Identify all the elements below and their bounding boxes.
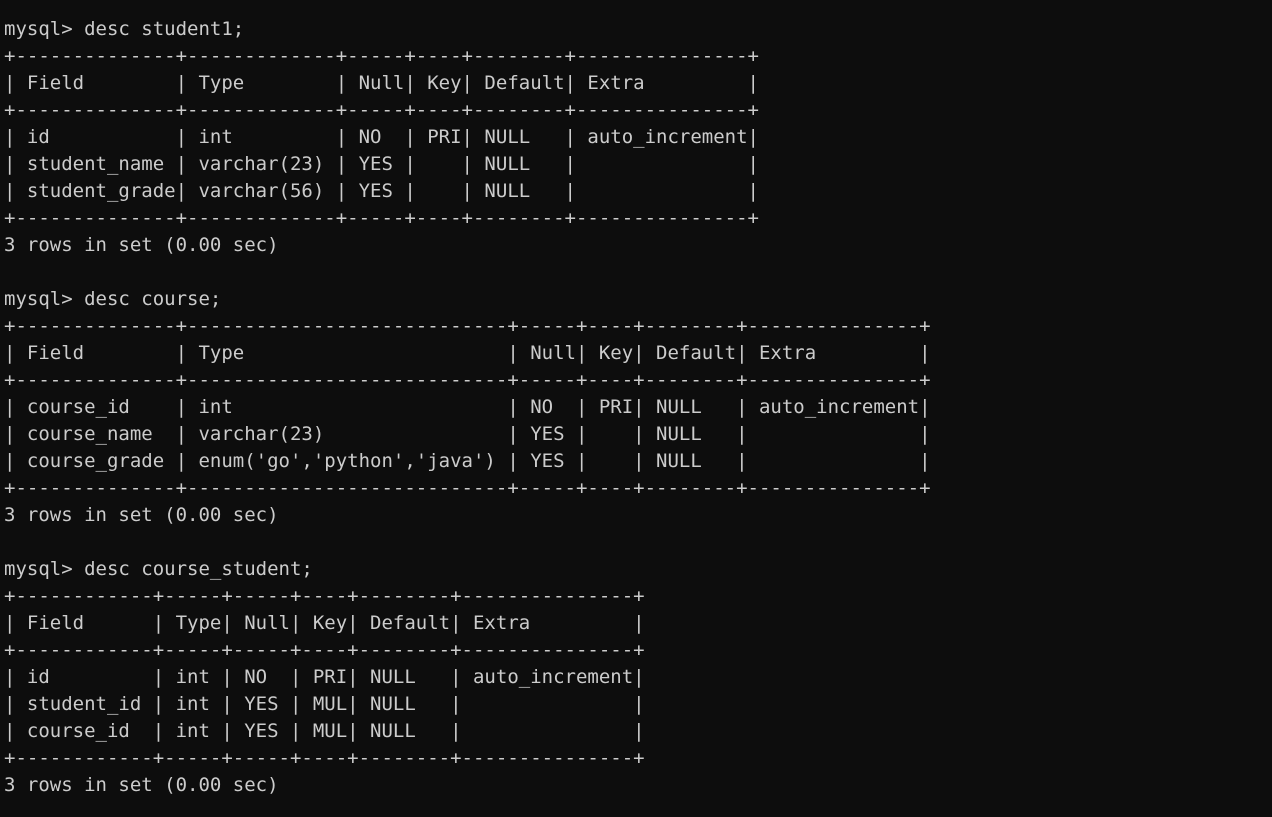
table-row: | course_name | varchar(23) | YES | | NU… [4,423,931,445]
command-prompt-line[interactable]: mysql> desc student1; [4,16,1272,43]
table-row: | student_id | int | YES | MUL| NULL | | [4,693,645,715]
table-separator-top: +--------------+------------------------… [4,315,931,337]
table-row: | course_id | int | YES | MUL| NULL | | [4,720,645,742]
table-separator-bottom: +--------------+-------------+-----+----… [4,207,759,229]
table-separator-bottom: +------------+-----+-----+----+--------+… [4,747,645,769]
table-separator-header: +--------------+------------------------… [4,369,931,391]
table-header-row: | Field | Type| Null| Key| Default| Extr… [4,612,645,634]
result-status-line: 3 rows in set (0.00 sec) [4,234,279,256]
table-header-row: | Field | Type | Null| Key| Default| Ext… [4,342,931,364]
table-separator-header: +--------------+-------------+-----+----… [4,99,759,121]
table-row: | id | int | NO | PRI| NULL | auto_incre… [4,126,759,148]
table-row: | course_id | int | NO | PRI| NULL | aut… [4,396,931,418]
table-row: | course_grade | enum('go','python','jav… [4,450,931,472]
result-status-line: 3 rows in set (0.00 sec) [4,504,279,526]
table-separator-top: +------------+-----+-----+----+--------+… [4,585,645,607]
result-status-line: 3 rows in set (0.00 sec) [4,774,279,796]
table-separator-bottom: +--------------+------------------------… [4,477,931,499]
table-row: | student_grade| varchar(56) | YES | | N… [4,180,759,202]
table-row: | id | int | NO | PRI| NULL | auto_incre… [4,666,645,688]
terminal-screen[interactable]: mysql> desc student1; +--------------+---… [0,0,1272,817]
command-prompt-line[interactable]: mysql> desc course_student; [4,556,1272,583]
table-row: | student_name | varchar(23) | YES | | N… [4,153,759,175]
table-header-row: | Field | Type | Null| Key| Default| Ext… [4,72,759,94]
table-separator-top: +--------------+-------------+-----+----… [4,45,759,67]
table-separator-header: +------------+-----+-----+----+--------+… [4,639,645,661]
command-prompt-line[interactable]: mysql> desc course; [4,286,1272,313]
